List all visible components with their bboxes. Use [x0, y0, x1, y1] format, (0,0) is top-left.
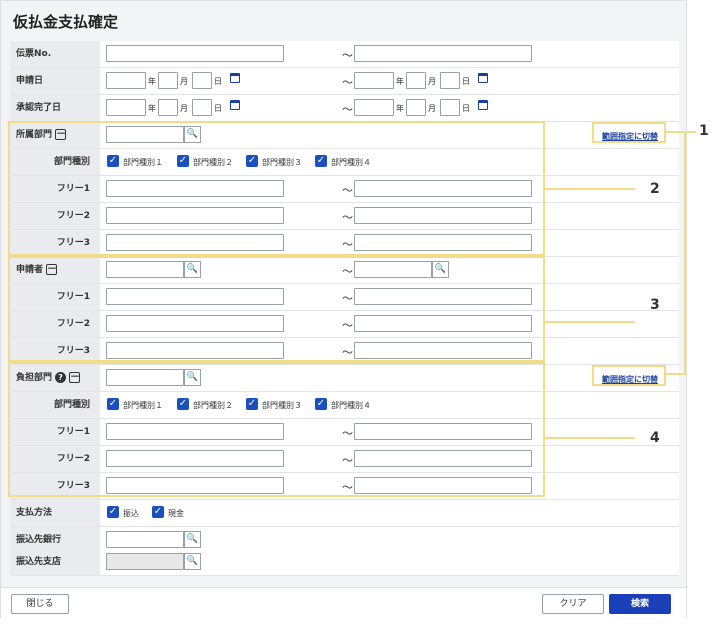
apply-date-to-day-input[interactable] [440, 72, 460, 89]
day-unit: 日 [214, 77, 222, 86]
branch-input [106, 553, 184, 570]
approval-date-from-day-input[interactable] [192, 99, 212, 116]
voucher-no-from-input[interactable] [106, 45, 284, 62]
pay-method-label: 現金 [168, 509, 184, 518]
calendar-icon[interactable] [478, 100, 488, 110]
row-apply-date: 申請日 年 月 日 ～ 年 月 日 [10, 68, 679, 95]
calendar-icon[interactable] [478, 73, 488, 83]
apply-date-to-year-input[interactable] [354, 72, 394, 89]
year-unit: 年 [148, 104, 156, 113]
label-apply-date: 申請日 [10, 68, 100, 94]
row-branch: 振込先支店 🔍 [10, 549, 679, 576]
approval-date-from-month-input[interactable] [158, 99, 178, 116]
calendar-icon[interactable] [230, 73, 240, 83]
month-unit: 月 [428, 104, 436, 113]
range-tilde: ～ [342, 103, 353, 116]
row-approval-date: 承認完了日 年 月 日 ～ 年 月 日 [10, 95, 679, 122]
highlight-box-burden [8, 362, 545, 497]
approval-date-to-month-input[interactable] [406, 99, 426, 116]
page-title: 仮払金支払確定 [13, 13, 119, 31]
search-icon[interactable]: 🔍 [184, 553, 201, 570]
apply-date-from-day-input[interactable] [192, 72, 212, 89]
highlight-box-applicant [8, 256, 545, 362]
checkbox-cash[interactable]: ✓ [152, 506, 164, 518]
row-pay-method: 支払方法 ✓ 振込 ✓ 現金 [10, 500, 679, 527]
connector-line [666, 373, 686, 375]
row-voucher-no: 伝票No. ～ [10, 41, 679, 68]
label-branch: 振込先支店 [10, 549, 100, 575]
search-button[interactable]: 検索 [609, 594, 671, 614]
label-voucher-no: 伝票No. [10, 41, 100, 67]
range-tilde: ～ [342, 49, 353, 62]
search-icon[interactable]: 🔍 [184, 531, 201, 548]
callout-number-3: 3 [650, 297, 660, 313]
month-unit: 月 [180, 104, 188, 113]
connector-line [545, 321, 635, 323]
day-unit: 日 [462, 77, 470, 86]
month-unit: 月 [180, 77, 188, 86]
approval-date-from-year-input[interactable] [106, 99, 146, 116]
clear-button[interactable]: クリア [542, 594, 604, 614]
year-unit: 年 [148, 77, 156, 86]
day-unit: 日 [214, 104, 222, 113]
voucher-no-to-input[interactable] [354, 45, 532, 62]
highlight-box-dept [8, 121, 545, 256]
approval-date-to-day-input[interactable] [440, 99, 460, 116]
apply-date-from-year-input[interactable] [106, 72, 146, 89]
callout-number-2: 2 [650, 181, 660, 197]
callout-number-4: 4 [650, 430, 660, 446]
month-unit: 月 [428, 77, 436, 86]
pay-method-label: 振込 [123, 509, 139, 518]
apply-date-to-month-input[interactable] [406, 72, 426, 89]
year-unit: 年 [396, 104, 404, 113]
bank-input[interactable] [106, 531, 184, 548]
apply-date-from-month-input[interactable] [158, 72, 178, 89]
highlight-box-range-toggle-2 [592, 365, 666, 386]
checkbox-transfer[interactable]: ✓ [107, 506, 119, 518]
highlight-box-range-toggle-1 [592, 122, 666, 143]
footer-bar: 閉じる クリア 検索 [1, 587, 686, 619]
year-unit: 年 [396, 77, 404, 86]
close-button[interactable]: 閉じる [11, 594, 69, 614]
approval-date-to-year-input[interactable] [354, 99, 394, 116]
range-tilde: ～ [342, 76, 353, 89]
day-unit: 日 [462, 104, 470, 113]
label-pay-method: 支払方法 [10, 500, 100, 526]
callout-number-1: 1 [699, 123, 709, 139]
connector-line [545, 437, 635, 439]
calendar-icon[interactable] [230, 100, 240, 110]
label-approval-date: 承認完了日 [10, 95, 100, 121]
connector-line [545, 188, 635, 190]
connector-line [666, 131, 696, 133]
connector-line [684, 131, 686, 375]
